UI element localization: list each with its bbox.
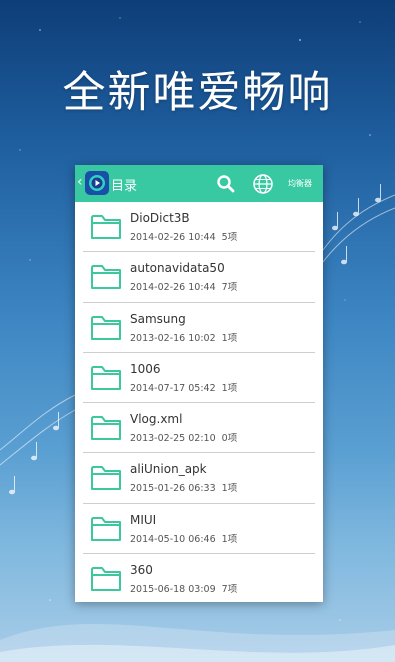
folder-item-count: 7项	[221, 282, 238, 294]
search-icon[interactable]	[214, 172, 238, 196]
folder-name: Samsung	[130, 311, 186, 326]
folder-item-count: 7项	[221, 584, 238, 596]
folder-name: DioDict3B	[130, 211, 190, 225]
folder-item-count: 1项	[221, 483, 238, 495]
folder-date: 2014-02-26 10:44	[130, 232, 216, 243]
folder-date: 2014-07-17 05:42	[130, 382, 216, 394]
chevron-left-icon[interactable]: ‹	[77, 174, 83, 190]
folder-row[interactable]: autonavidata50 2014-02-26 10:44 7项	[75, 252, 323, 303]
page-title: 目录	[111, 179, 138, 194]
folder-row[interactable]: DioDict3B 2014-02-26 10:44 5项	[75, 202, 323, 253]
folder-row[interactable]: MIUI 2014-05-10 06:46 1项	[75, 504, 323, 555]
phone-screen: ‹ 目录 均衡器 DioDict3B 2014-02-26 10:44 5项 a…	[75, 165, 323, 602]
folder-item-count: 5项	[221, 232, 238, 243]
folder-item-count: 1项	[221, 533, 238, 545]
folder-icon	[91, 416, 121, 441]
folder-icon	[91, 265, 121, 290]
folder-meta: 2013-02-25 02:10 0项	[130, 430, 237, 444]
folder-meta: 2014-02-26 10:44 5项	[130, 229, 237, 243]
folder-icon	[91, 466, 121, 491]
folder-name: MIUI	[130, 512, 157, 527]
folder-row[interactable]: Samsung 2013-02-16 10:02 1项	[75, 303, 323, 353]
folder-date: 2014-05-10 06:46	[130, 533, 216, 545]
folder-row[interactable]: Vlog.xml 2013-02-25 02:10 0项	[75, 403, 323, 454]
app-logo-icon[interactable]	[85, 171, 109, 195]
folder-row[interactable]: 360 2015-06-18 03:09 7项	[75, 554, 323, 602]
folder-item-count: 1项	[221, 332, 238, 344]
folder-meta: 2014-07-17 05:42 1项	[130, 380, 237, 394]
folder-name: autonavidata50	[130, 261, 225, 276]
folder-name: 360	[130, 563, 153, 578]
folder-icon	[91, 516, 121, 541]
folder-meta: 2014-05-10 06:46 1项	[130, 531, 237, 545]
folder-date: 2015-06-18 03:09	[130, 584, 216, 596]
folder-meta: 2015-06-18 03:09 7项	[130, 581, 237, 595]
folder-item-count: 0项	[221, 433, 238, 445]
folder-name: aliUnion_apk	[130, 462, 207, 477]
headline: 全新唯爱畅响	[62, 68, 333, 118]
folder-meta: 2015-01-26 06:33 1项	[130, 480, 237, 494]
equalizer-button[interactable]: 均衡器	[288, 178, 312, 189]
folder-item-count: 1项	[221, 382, 238, 394]
folder-date: 2015-01-26 06:33	[130, 483, 216, 495]
folder-date: 2013-02-16 10:02	[130, 332, 216, 344]
folder-list: DioDict3B 2014-02-26 10:44 5项 autonavidata…	[75, 202, 323, 602]
folder-name: 1006	[130, 361, 161, 376]
folder-icon	[91, 567, 121, 592]
globe-icon[interactable]	[251, 172, 275, 196]
folder-row[interactable]: 1006 2014-07-17 05:42 1项	[75, 353, 323, 404]
toolbar: ‹ 目录 均衡器	[75, 165, 323, 202]
folder-date: 2013-02-25 02:10	[130, 433, 216, 445]
folder-meta: 2013-02-16 10:02 1项	[130, 330, 237, 344]
folder-name: Vlog.xml	[130, 412, 183, 427]
folder-date: 2014-02-26 10:44	[130, 282, 216, 294]
folder-icon	[91, 315, 121, 340]
folder-icon	[91, 215, 121, 239]
folder-row[interactable]: aliUnion_apk 2015-01-26 06:33 1项	[75, 453, 323, 504]
folder-icon	[91, 365, 121, 390]
folder-meta: 2014-02-26 10:44 7项	[130, 279, 237, 293]
